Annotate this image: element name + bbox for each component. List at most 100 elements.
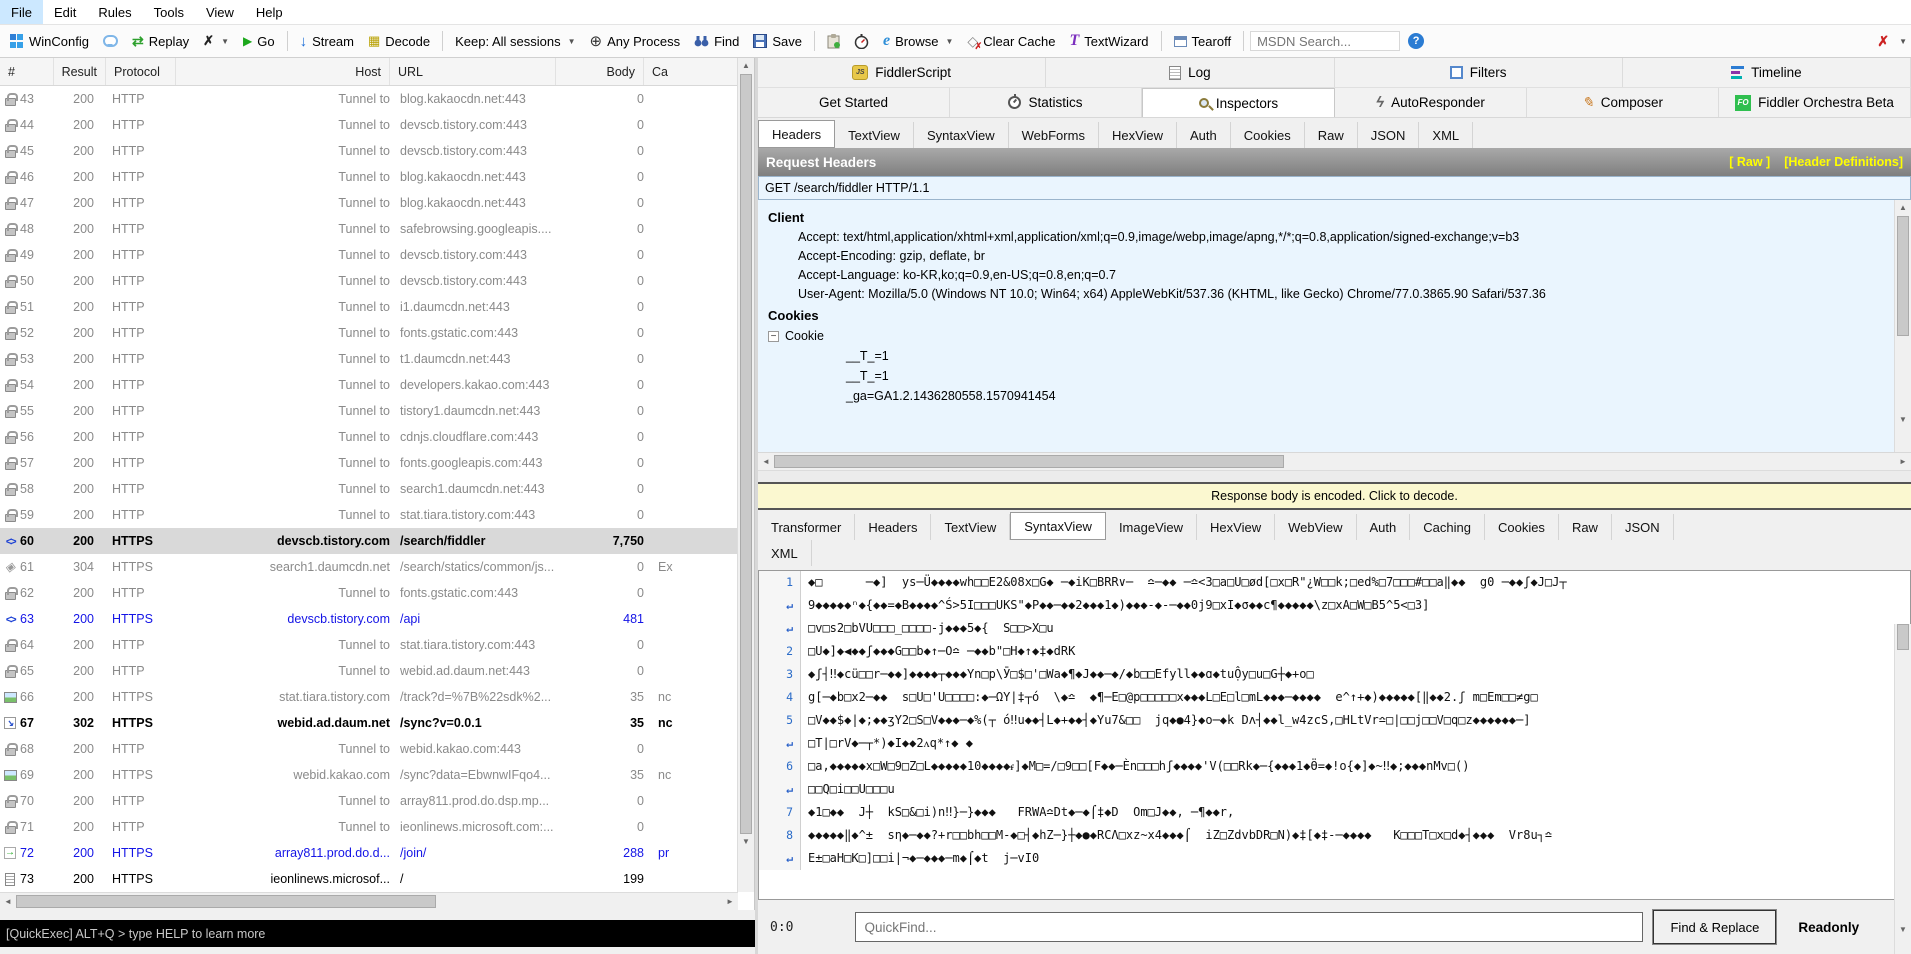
table-row[interactable]: 64 200 HTTP Tunnel to stat.tiara.tistory… [0, 632, 738, 658]
scroll-left-icon[interactable]: ◄ [758, 454, 774, 470]
editor-vertical-scrollbar[interactable]: ▼ [1894, 624, 1911, 954]
table-row[interactable]: 61 304 HTTPS search1.daumcdn.net /search… [0, 554, 738, 580]
table-row[interactable]: 50 200 HTTP Tunnel to devscb.tistory.com… [0, 268, 738, 294]
save-button[interactable]: Save [747, 31, 808, 52]
tab-item[interactable]: ImageView [1106, 514, 1198, 540]
scrollbar-thumb[interactable] [1897, 624, 1909, 650]
keep-sessions-dropdown[interactable]: Keep: All sessions ▼ [449, 31, 581, 52]
tab-item[interactable]: Cookies [1231, 122, 1305, 148]
table-row[interactable]: 46 200 HTTP Tunnel to blog.kakaocdn.net:… [0, 164, 738, 190]
decode-button[interactable]: ▦ Decode [362, 30, 436, 52]
editor-line[interactable]: 2 □U◆]◆◀◆◆ʃ◆◆◆G□□b◆↑─O≏ ─◆◆b"□H◆↑◆‡◆dRK [759, 640, 1910, 663]
scroll-down-icon[interactable]: ▼ [1895, 922, 1911, 938]
tearoff-button[interactable]: Tearoff [1168, 31, 1238, 52]
tab-item[interactable]: Composer [1527, 88, 1719, 117]
tab-item[interactable]: JSON [1612, 514, 1674, 540]
cookie-value[interactable]: _ga=GA1.2.1436280558.1570941454 [768, 386, 1887, 406]
table-row[interactable]: 56 200 HTTP Tunnel to cdnjs.cloudflare.c… [0, 424, 738, 450]
cookie-value[interactable]: __T_=1 [768, 346, 1887, 366]
table-row[interactable]: 55 200 HTTP Tunnel to tistory1.daumcdn.n… [0, 398, 738, 424]
tab-item[interactable]: Headers [855, 514, 932, 540]
scroll-down-icon[interactable]: ▼ [738, 834, 754, 850]
tab-item[interactable]: Filters [1335, 58, 1623, 87]
editor-line[interactable]: □T|□rV◆─┬*)◆I◆◆2ᴧq*↑◆ ◆ [759, 732, 1910, 755]
tab-item[interactable]: HexView [1099, 122, 1178, 148]
editor-line[interactable]: 7 ◆1□◆◆ J┼ kS□&□i)n‼}─}◆◆◆ FRWA≏Dt◆─◆⌠‡◆… [759, 801, 1910, 824]
tab-item[interactable]: HexView [1197, 514, 1276, 540]
any-process-button[interactable]: ⊕ Any Process [584, 29, 687, 53]
column-header-host[interactable]: Host [176, 58, 390, 85]
scroll-down-icon[interactable]: ▼ [1895, 412, 1911, 428]
tab-item[interactable]: Log [1046, 58, 1335, 87]
cookie-node-label[interactable]: Cookie [785, 326, 824, 346]
tab-item[interactable]: WebView [1275, 514, 1357, 540]
tab-item[interactable]: Cookies [1485, 514, 1559, 540]
scroll-up-icon[interactable]: ▲ [738, 58, 754, 74]
tab-item[interactable]: Inspectors [1142, 88, 1335, 117]
table-row[interactable]: 58 200 HTTP Tunnel to search1.daumcdn.ne… [0, 476, 738, 502]
browse-button[interactable]: e Browse ▼ [877, 29, 959, 53]
quickexec-bar[interactable]: [QuickExec] ALT+Q > type HELP to learn m… [0, 920, 756, 947]
table-row[interactable]: 57 200 HTTP Tunnel to fonts.googleapis.c… [0, 450, 738, 476]
editor-line[interactable]: □v□s2□bVU□□□_□□□□-j◆◆◆5◆{ S□□>X□u [759, 617, 1910, 640]
menu-item[interactable]: Edit [43, 0, 87, 24]
table-row[interactable]: 59 200 HTTP Tunnel to stat.tiara.tistory… [0, 502, 738, 528]
tab-item[interactable]: Fiddler Orchestra Beta [1719, 88, 1911, 117]
tab-item[interactable]: Timeline [1623, 58, 1911, 87]
request-line[interactable]: GET /search/fiddler HTTP/1.1 [758, 176, 1911, 200]
table-row[interactable]: 54 200 HTTP Tunnel to developers.kakao.c… [0, 372, 738, 398]
syntaxview-editor[interactable]: 1 ◆□ ─◆] ys─Ü◆◆◆◆wh□□E2&08x□G◆ ─◆iK□BRR∨… [758, 570, 1911, 900]
clipboard-button[interactable] [821, 31, 846, 52]
scroll-up-icon[interactable]: ▲ [1895, 200, 1911, 216]
tab-item[interactable]: Transformer [758, 514, 856, 540]
tree-collapse-icon[interactable] [768, 330, 779, 342]
tab-item[interactable]: Raw [1305, 122, 1358, 148]
editor-line[interactable]: E±□aH□K□]□□i|¬◆─◆◆◆─m◆⌠◆t j─vI0 [759, 847, 1910, 870]
table-row[interactable]: 71 200 HTTP Tunnel to ieonlinews.microso… [0, 814, 738, 840]
winconfig-button[interactable]: WinConfig [4, 31, 95, 52]
editor-line[interactable]: 1 ◆□ ─◆] ys─Ü◆◆◆◆wh□□E2&08x□G◆ ─◆iK□BRR∨… [759, 571, 1910, 594]
tab-item[interactable]: Get Started [758, 88, 950, 117]
table-row[interactable]: 60 200 HTTPS devscb.tistory.com /search/… [0, 528, 738, 554]
help-button[interactable]: ? [1402, 30, 1430, 52]
column-header-caching[interactable]: Ca [644, 58, 738, 85]
table-row[interactable]: 66 200 HTTPS stat.tiara.tistory.com /tra… [0, 684, 738, 710]
editor-line[interactable]: 4 g[─◆b□x2─◆◆ s□U□'U□□□□:◆─ΩY|‡┬ó \◆≏ ◆¶… [759, 686, 1910, 709]
header-line[interactable]: User-Agent: Mozilla/5.0 (Windows NT 10.0… [768, 285, 1887, 304]
response-encoded-banner[interactable]: Response body is encoded. Click to decod… [758, 482, 1911, 510]
header-line[interactable]: Accept-Encoding: gzip, deflate, br [768, 247, 1887, 266]
table-row[interactable]: 63 200 HTTPS devscb.tistory.com /api 481 [0, 606, 738, 632]
scrollbar-thumb[interactable] [740, 74, 752, 834]
tab-item[interactable]: TextView [931, 514, 1011, 540]
find-replace-button[interactable]: Find & Replace [1652, 909, 1778, 945]
editor-line[interactable]: 5 □V◆◆$◆|◆;◆◆ʒY2□S□V◆◆◆─◆%(┬ ó‼u◆◆┤L◆+◆◆… [759, 709, 1910, 732]
editor-line[interactable]: 6 □a,◆◆◆◆◆x□W□9□Z□L◆◆◆◆◆10◆◆◆◆ᵳ]◆M□=/□9□… [759, 755, 1910, 778]
header-line[interactable]: Accept-Language: ko-KR,ko;q=0.9,en-US;q=… [768, 266, 1887, 285]
raw-link[interactable]: [ Raw ] [1729, 155, 1770, 169]
table-row[interactable]: 53 200 HTTP Tunnel to t1.daumcdn.net:443… [0, 346, 738, 372]
editor-line[interactable]: 8 ◆◆◆◆◆‖◆^± sη◆─◆◆?+r□□bh□□M-◆□┤◆hZ─}┼◆●… [759, 824, 1910, 847]
textwizard-button[interactable]: T TextWizard [1063, 29, 1154, 53]
table-row[interactable]: 47 200 HTTP Tunnel to blog.kakaocdn.net:… [0, 190, 738, 216]
tab-item[interactable]: Statistics [950, 88, 1142, 117]
comment-button[interactable] [97, 32, 124, 50]
scroll-right-icon[interactable]: ► [1895, 454, 1911, 470]
column-header-result[interactable]: Result [54, 58, 106, 85]
column-header-num[interactable]: # [0, 58, 54, 85]
tab-item[interactable]: TextView [835, 122, 914, 148]
scroll-right-icon[interactable]: ► [722, 894, 738, 910]
msdn-search-input[interactable] [1250, 31, 1401, 51]
tab-item[interactable]: SyntaxView [914, 122, 1009, 148]
tab-item[interactable]: Raw [1559, 514, 1612, 540]
clear-cache-button[interactable]: ◇ Clear Cache [961, 30, 1061, 53]
table-row[interactable]: 49 200 HTTP Tunnel to devscb.tistory.com… [0, 242, 738, 268]
tab-item[interactable]: Headers [758, 120, 836, 148]
table-row[interactable]: 48 200 HTTP Tunnel to safebrowsing.googl… [0, 216, 738, 242]
cookie-value[interactable]: __T_=1 [768, 366, 1887, 386]
quickfind-input[interactable] [855, 912, 1644, 942]
menu-item[interactable]: View [195, 0, 245, 24]
tab-item[interactable]: Auth [1177, 122, 1231, 148]
menu-item[interactable]: Tools [143, 0, 195, 24]
tab-item[interactable]: Auth [1357, 514, 1411, 540]
headers-vertical-scrollbar[interactable]: ▲ ▼ [1894, 200, 1911, 452]
